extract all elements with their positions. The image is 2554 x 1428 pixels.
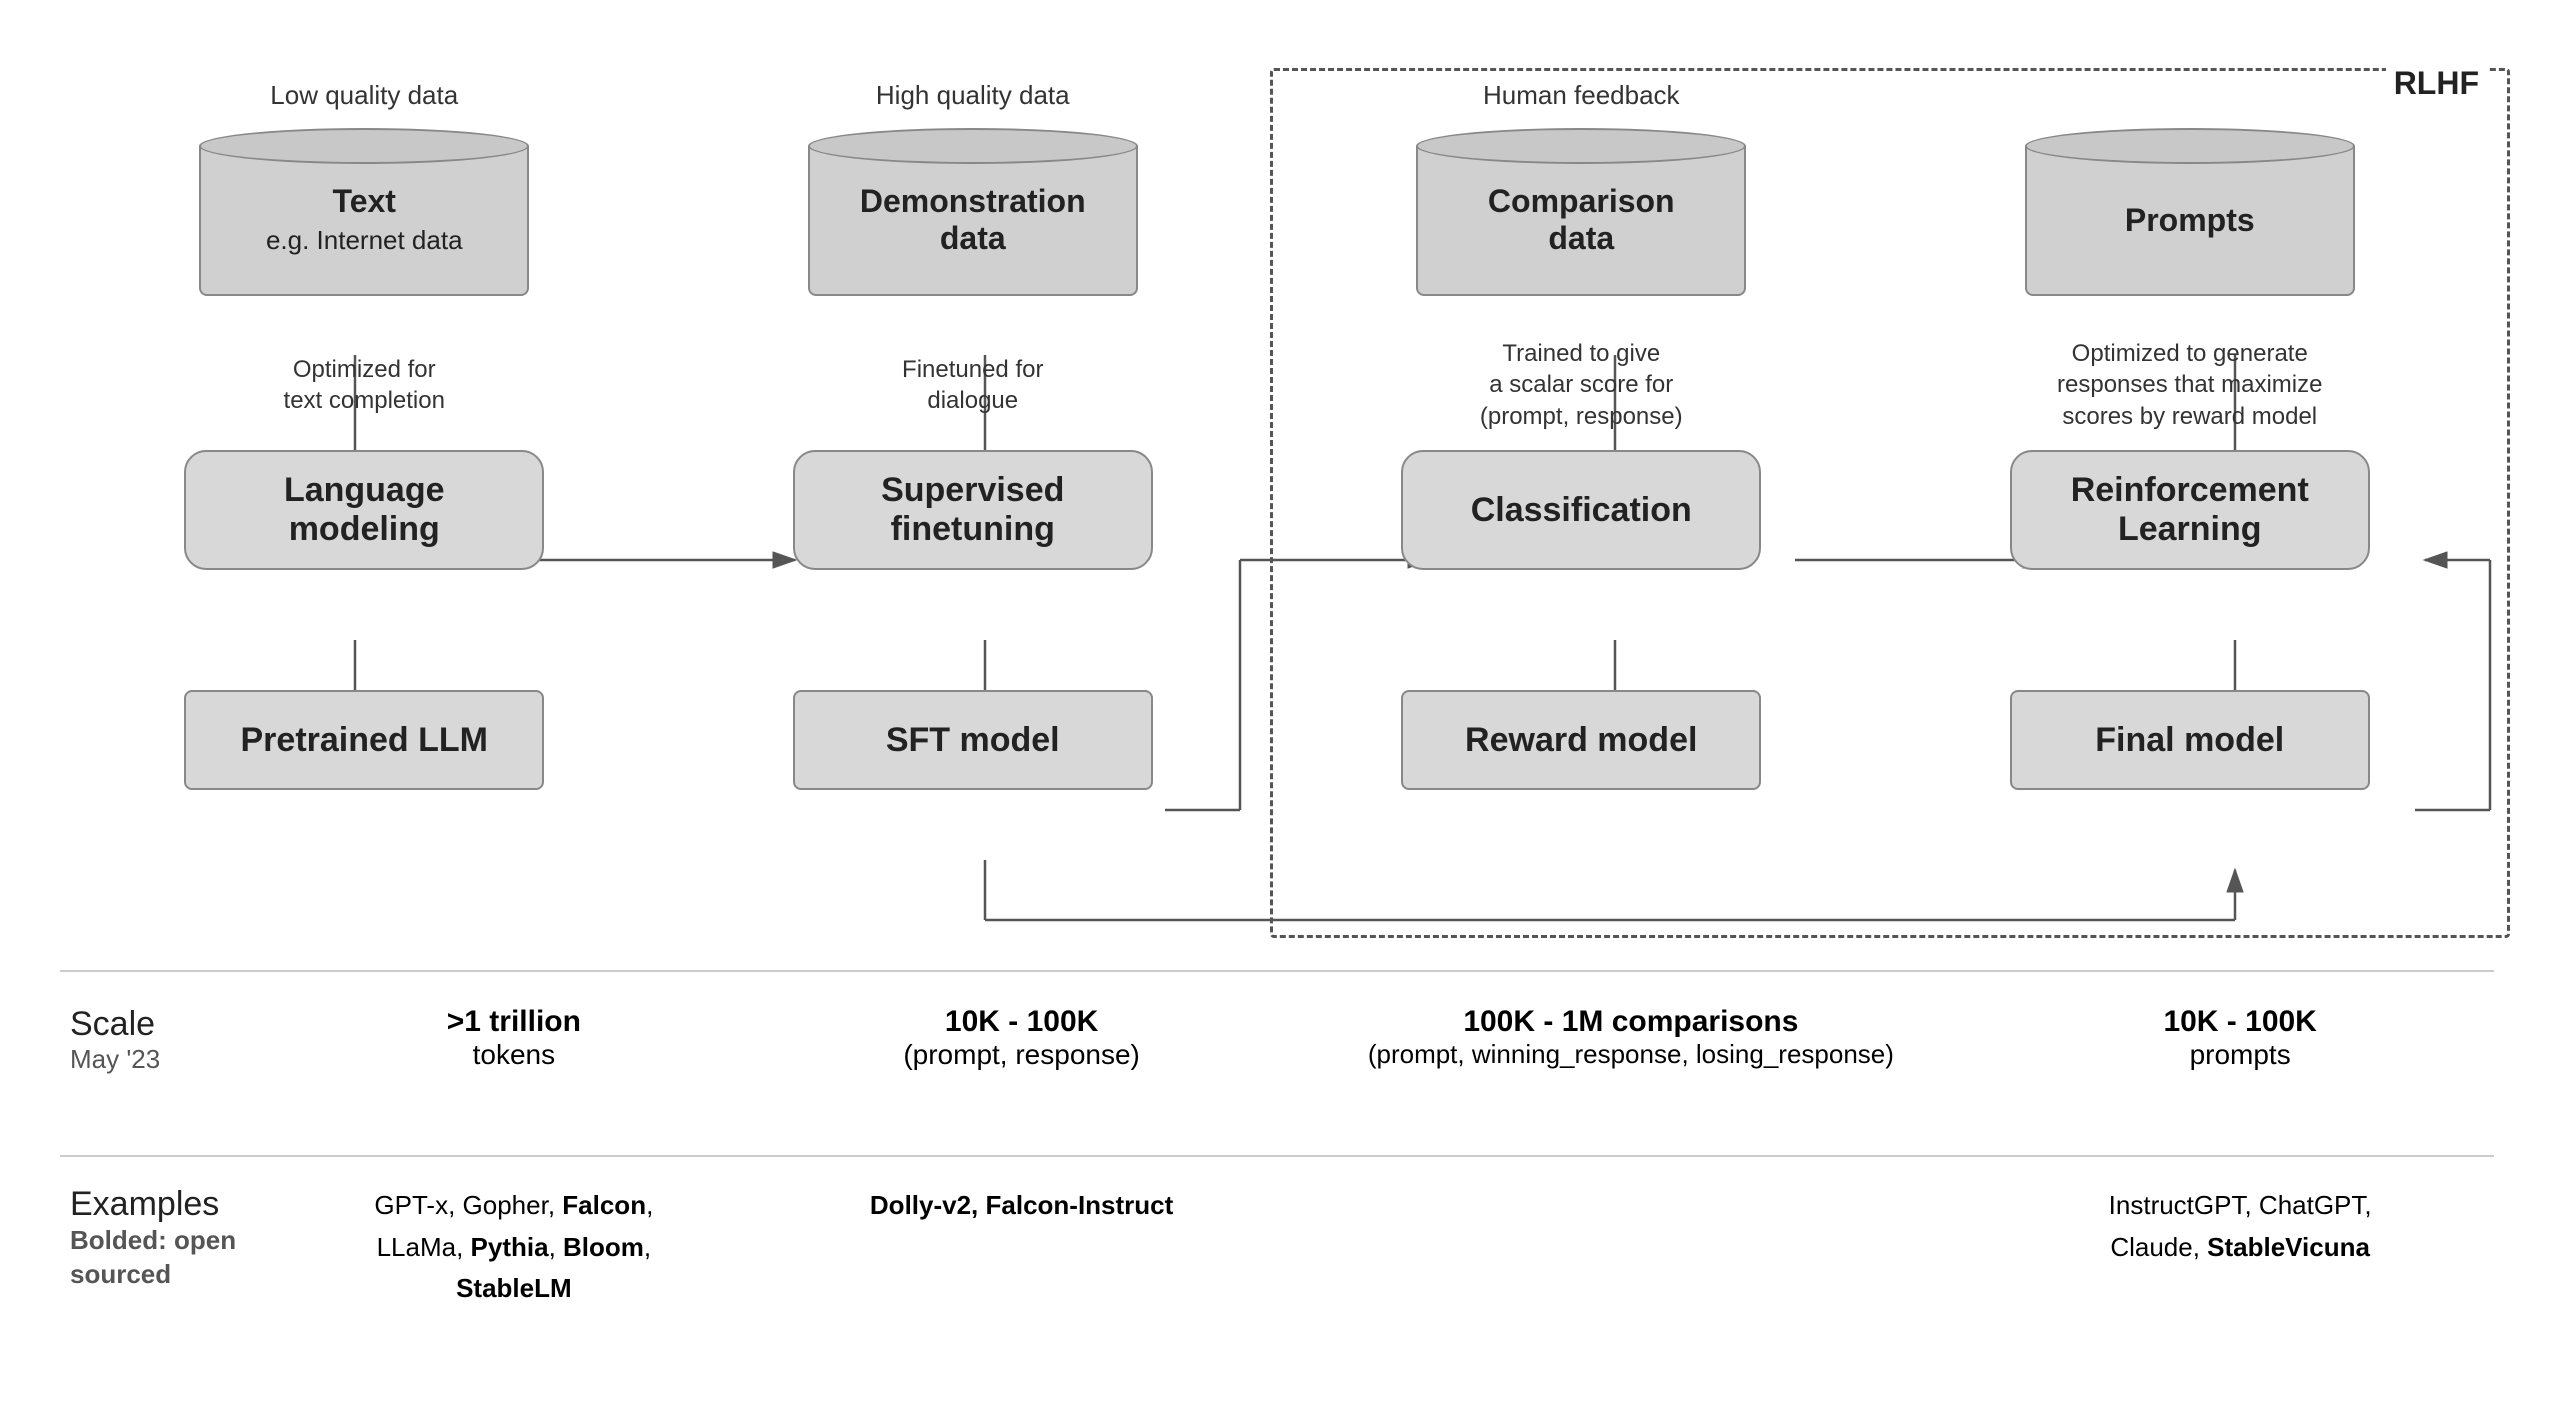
col1-cylinder: Texte.g. Internet data	[199, 146, 529, 296]
scale-col1: >1 trillion tokens	[260, 1005, 768, 1071]
examples-col1: GPT-x, Gopher, Falcon,LLaMa, Pythia, Blo…	[260, 1185, 768, 1310]
col4-arrow-label: Optimized to generateresponses that maxi…	[2047, 320, 2332, 450]
col2-arrow-label: Finetuned fordialogue	[902, 320, 1043, 450]
scale-col4: 10K - 100K prompts	[1986, 1005, 2494, 1071]
divider-2	[60, 1155, 2494, 1157]
scale-col2: 10K - 100K (prompt, response)	[768, 1005, 1276, 1071]
col2-process-box: Supervisedfinetuning	[793, 450, 1153, 570]
column-3: Human feedback Comparisondata Trained to…	[1277, 80, 1886, 790]
col2-cyl-top	[808, 128, 1138, 164]
col1-cylinder-wrap: Texte.g. Internet data	[199, 146, 529, 296]
scale-title-col: Scale May '23	[60, 1005, 260, 1075]
examples-title-col: Examples Bolded: opensourced	[60, 1185, 260, 1292]
scale-col3: 100K - 1M comparisons (prompt, winning_r…	[1275, 1005, 1986, 1070]
col4-process-box: ReinforcementLearning	[2010, 450, 2370, 570]
col1-arrow-label: Optimized fortext completion	[284, 320, 445, 450]
col4-cyl-top	[2025, 128, 2355, 164]
col1-cyl-top	[199, 128, 529, 164]
col1-output-box: Pretrained LLM	[184, 690, 544, 790]
col2-cylinder: Demonstrationdata	[808, 146, 1138, 296]
col3-process-box: Classification	[1401, 450, 1761, 570]
examples-section: Examples Bolded: opensourced GPT-x, Goph…	[60, 1165, 2494, 1310]
col3-arrow-label: Trained to givea scalar score for(prompt…	[1470, 320, 1693, 450]
col1-process-box: Languagemodeling	[184, 450, 544, 570]
scale-subtitle: May '23	[70, 1044, 260, 1075]
col1-data-label: Low quality data	[270, 80, 458, 116]
col3-cylinder-wrap: Comparisondata	[1416, 146, 1746, 296]
col4-output-box: Final model	[2010, 690, 2370, 790]
examples-title: Examples	[70, 1185, 260, 1224]
column-4: Prompts Optimized to generateresponses t…	[1886, 80, 2495, 790]
col3-data-label: Human feedback	[1483, 80, 1680, 116]
examples-col4: InstructGPT, ChatGPT,Claude, StableVicun…	[1986, 1185, 2494, 1268]
divider-1	[60, 970, 2494, 972]
scale-section: Scale May '23 >1 trillion tokens 10K - 1…	[60, 985, 2494, 1075]
col3-output-box: Reward model	[1401, 690, 1761, 790]
examples-subtitle: Bolded: opensourced	[70, 1224, 260, 1292]
col2-cylinder-wrap: Demonstrationdata	[808, 146, 1138, 296]
col2-data-label: High quality data	[876, 80, 1070, 116]
column-2: High quality data Demonstrationdata Fine…	[669, 80, 1278, 790]
col4-cylinder: Prompts	[2025, 146, 2355, 296]
column-1: Low quality data Texte.g. Internet data …	[60, 80, 669, 790]
col3-cylinder: Comparisondata	[1416, 146, 1746, 296]
col4-data-label	[2186, 80, 2193, 116]
examples-col2: Dolly-v2, Falcon-Instruct	[768, 1185, 1276, 1227]
col4-cylinder-wrap: Prompts	[2025, 146, 2355, 296]
col3-cyl-top	[1416, 128, 1746, 164]
scale-title: Scale	[70, 1005, 260, 1044]
diagram-columns: Low quality data Texte.g. Internet data …	[60, 80, 2494, 790]
col2-output-box: SFT model	[793, 690, 1153, 790]
